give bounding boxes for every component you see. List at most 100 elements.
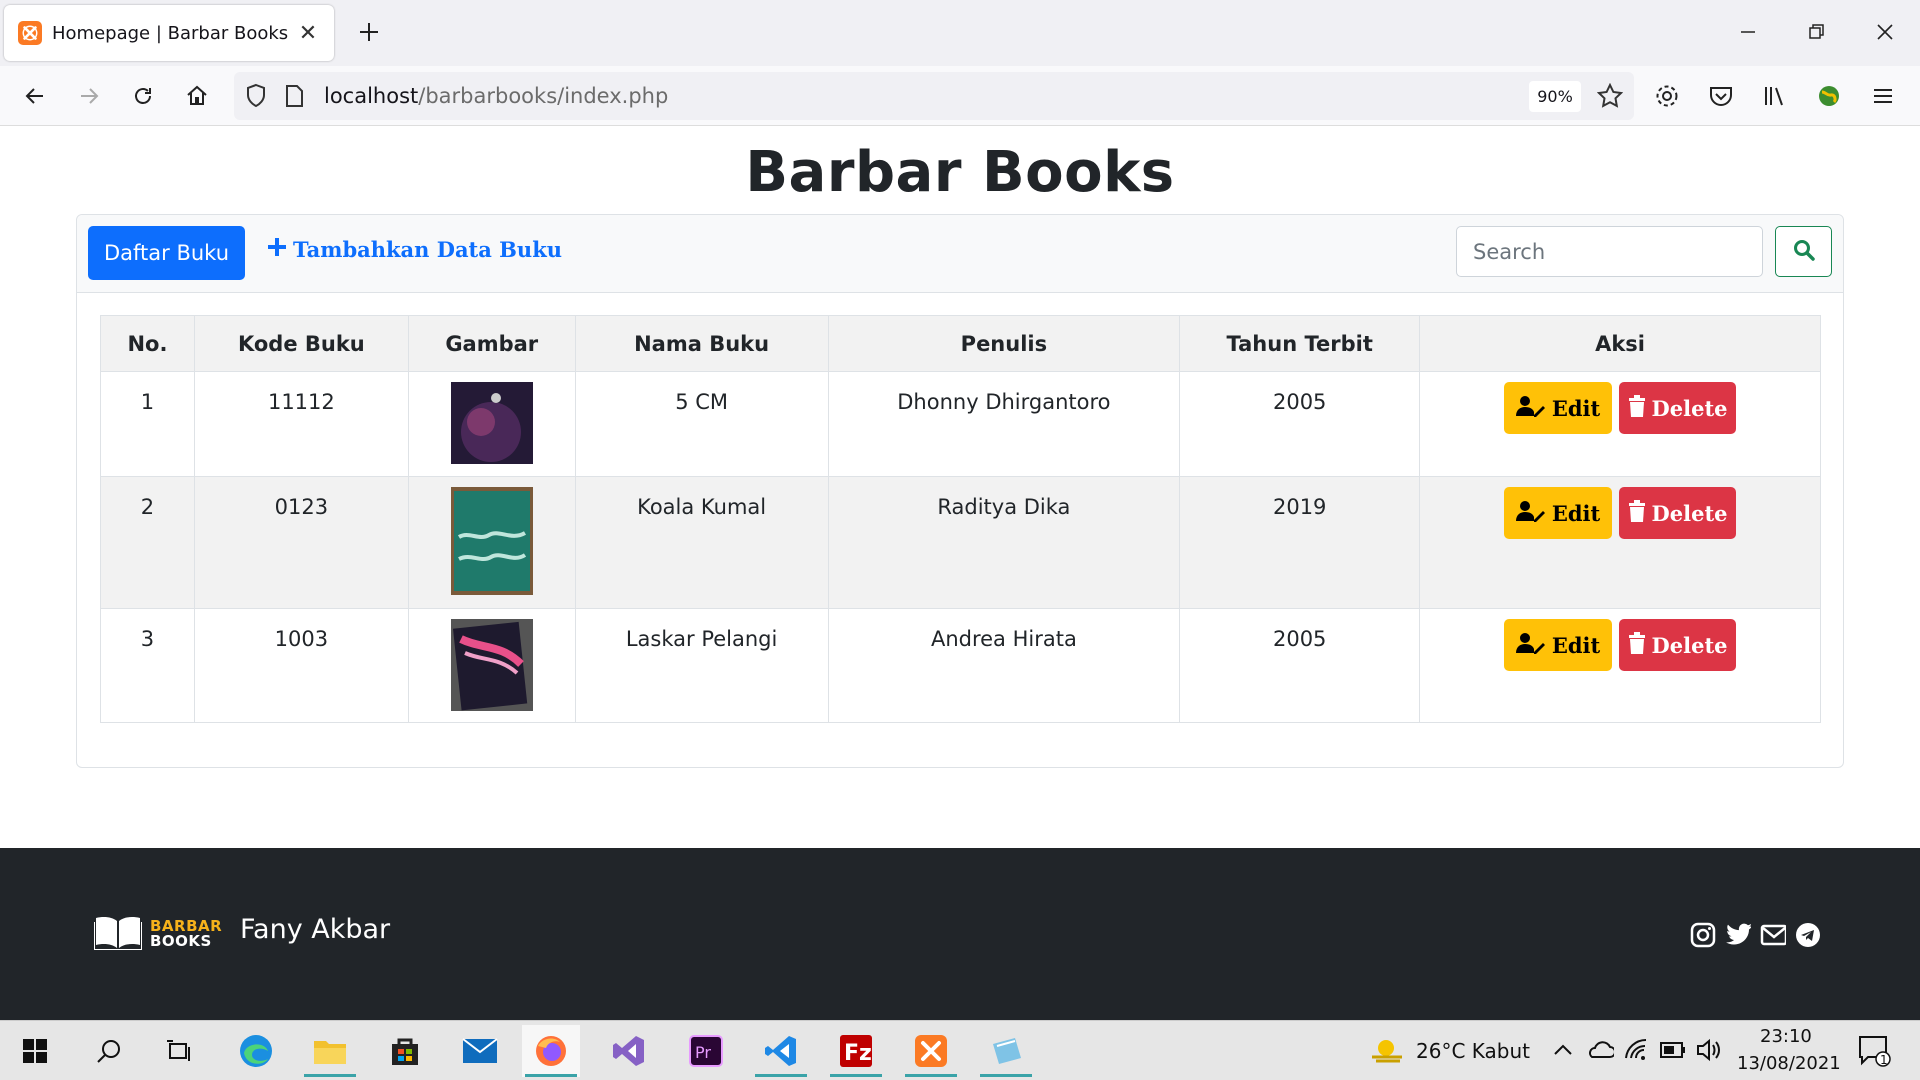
cell-no: 2 xyxy=(100,476,195,609)
header-penulis: Penulis xyxy=(827,315,1181,372)
social-links xyxy=(1690,922,1821,948)
edit-label: Edit xyxy=(1551,632,1601,658)
volume-icon[interactable] xyxy=(1696,1038,1722,1066)
page-info-icon[interactable] xyxy=(284,84,304,112)
cell-tahun: 2005 xyxy=(1179,371,1421,477)
books-card: Daftar Buku Tambahkan Data Buku Search N… xyxy=(76,214,1844,768)
url-path: /barbarbooks/index.php xyxy=(418,84,669,108)
edge-browser-icon[interactable] xyxy=(227,1025,285,1077)
shield-icon[interactable] xyxy=(244,82,268,114)
pocket-icon[interactable] xyxy=(1702,77,1740,115)
notepad-icon[interactable] xyxy=(977,1025,1035,1077)
mail-icon[interactable] xyxy=(1760,922,1786,948)
browser-tabstrip: Homepage | Barbar Books ✕ xyxy=(0,0,1920,66)
weather-text[interactable]: 26°C Kabut xyxy=(1416,1039,1530,1063)
cell-gambar xyxy=(407,476,576,609)
cell-nama: 5 CM xyxy=(574,371,829,477)
edit-label: Edit xyxy=(1551,395,1601,421)
new-tab-icon[interactable] xyxy=(352,15,386,49)
delete-label: Delete xyxy=(1651,500,1728,526)
visual-studio-icon[interactable] xyxy=(600,1025,658,1077)
card-header: Daftar Buku Tambahkan Data Buku Search xyxy=(77,215,1843,293)
instagram-icon[interactable] xyxy=(1690,922,1716,948)
book-cover-image xyxy=(450,487,533,595)
minimize-icon[interactable] xyxy=(1730,14,1766,50)
logo-wordmark: BARBAR BOOKS xyxy=(150,919,222,949)
edit-label: Edit xyxy=(1551,500,1601,526)
twitter-icon[interactable] xyxy=(1725,922,1751,948)
home-icon[interactable] xyxy=(178,77,216,115)
url-text[interactable]: localhost/barbarbooks/index.php xyxy=(324,84,668,108)
weather-icon[interactable] xyxy=(1370,1035,1404,1069)
chevron-up-icon[interactable] xyxy=(1552,1039,1574,1065)
restore-icon[interactable] xyxy=(1799,14,1835,50)
bookmark-star-icon[interactable] xyxy=(1596,82,1624,113)
header-gambar: Gambar xyxy=(407,315,576,372)
close-window-icon[interactable] xyxy=(1867,14,1903,50)
clock-date[interactable]: 13/08/2021 xyxy=(1737,1053,1841,1074)
library-icon[interactable] xyxy=(1756,77,1794,115)
header-aksi: Aksi xyxy=(1419,315,1821,372)
clock-time[interactable]: 23:10 xyxy=(1760,1026,1812,1047)
back-icon[interactable] xyxy=(16,77,54,115)
windows-start-icon[interactable] xyxy=(6,1025,64,1077)
firefox-icon[interactable] xyxy=(522,1025,580,1077)
battery-icon[interactable] xyxy=(1660,1040,1686,1064)
cell-aksi: Edit Delete xyxy=(1419,608,1821,723)
cell-kode: 1003 xyxy=(193,608,409,723)
reload-icon[interactable] xyxy=(124,77,162,115)
header-kode-buku: Kode Buku xyxy=(193,315,409,372)
table-row: 2 0123 Koala Kumal Raditya Dika 2019 Edi… xyxy=(100,476,1821,609)
notification-center-icon[interactable]: 1 xyxy=(1858,1035,1892,1071)
svg-text:Pr: Pr xyxy=(695,1043,711,1062)
store-icon[interactable] xyxy=(376,1025,434,1077)
task-view-icon[interactable] xyxy=(150,1025,208,1077)
delete-label: Delete xyxy=(1651,395,1728,421)
settings-gear-icon[interactable] xyxy=(1648,77,1686,115)
edit-button[interactable]: Edit xyxy=(1504,382,1613,434)
search-taskbar-icon[interactable] xyxy=(80,1025,138,1077)
cell-penulis: Andrea Hirata xyxy=(827,608,1181,723)
cell-aksi: Edit Delete xyxy=(1419,476,1821,609)
delete-button[interactable]: Delete xyxy=(1619,487,1737,539)
menu-hamburger-icon[interactable] xyxy=(1864,77,1902,115)
user-edit-icon xyxy=(1515,500,1546,527)
mail-app-icon[interactable] xyxy=(451,1025,509,1077)
xampp-icon[interactable] xyxy=(902,1025,960,1077)
trash-icon xyxy=(1628,394,1646,422)
user-edit-icon xyxy=(1515,632,1546,659)
zoom-level-badge[interactable]: 90% xyxy=(1529,81,1581,112)
wifi-icon[interactable] xyxy=(1624,1038,1650,1066)
cell-no: 3 xyxy=(100,608,195,723)
browser-tab[interactable]: Homepage | Barbar Books ✕ xyxy=(4,5,334,61)
cell-penulis: Raditya Dika xyxy=(827,476,1181,609)
open-book-icon xyxy=(93,914,143,954)
daftar-buku-button[interactable]: Daftar Buku xyxy=(88,226,245,280)
table-row: 1 11112 5 CM Dhonny Dhirgantoro 2005 Edi… xyxy=(100,371,1821,477)
forward-icon[interactable] xyxy=(70,77,108,115)
notification-count: 1 xyxy=(1880,1053,1888,1067)
extension-globe-icon[interactable] xyxy=(1810,77,1848,115)
search-input[interactable]: Search xyxy=(1456,226,1763,277)
filezilla-icon[interactable]: Fz xyxy=(827,1025,885,1077)
premiere-pro-icon[interactable]: Pr xyxy=(677,1025,735,1077)
edit-button[interactable]: Edit xyxy=(1504,619,1613,671)
vscode-icon[interactable] xyxy=(752,1025,810,1077)
tab-close-icon[interactable]: ✕ xyxy=(296,21,320,46)
url-bar[interactable]: localhost/barbarbooks/index.php 90% xyxy=(234,72,1634,120)
delete-button[interactable]: Delete xyxy=(1619,619,1737,671)
header-no: No. xyxy=(100,315,195,372)
header-tahun-terbit: Tahun Terbit xyxy=(1179,315,1421,372)
trash-icon xyxy=(1628,631,1646,659)
delete-button[interactable]: Delete xyxy=(1619,382,1737,434)
edit-button[interactable]: Edit xyxy=(1504,487,1613,539)
onedrive-cloud-icon[interactable] xyxy=(1586,1039,1616,1065)
cell-aksi: Edit Delete xyxy=(1419,371,1821,477)
telegram-icon[interactable] xyxy=(1795,922,1821,948)
file-explorer-icon[interactable] xyxy=(301,1025,359,1077)
cell-kode: 11112 xyxy=(193,371,409,477)
search-button[interactable] xyxy=(1775,226,1832,277)
tambah-data-link[interactable]: Tambahkan Data Buku xyxy=(267,237,562,262)
cell-tahun: 2019 xyxy=(1179,476,1421,609)
footer-author: Fany Akbar xyxy=(240,914,391,945)
